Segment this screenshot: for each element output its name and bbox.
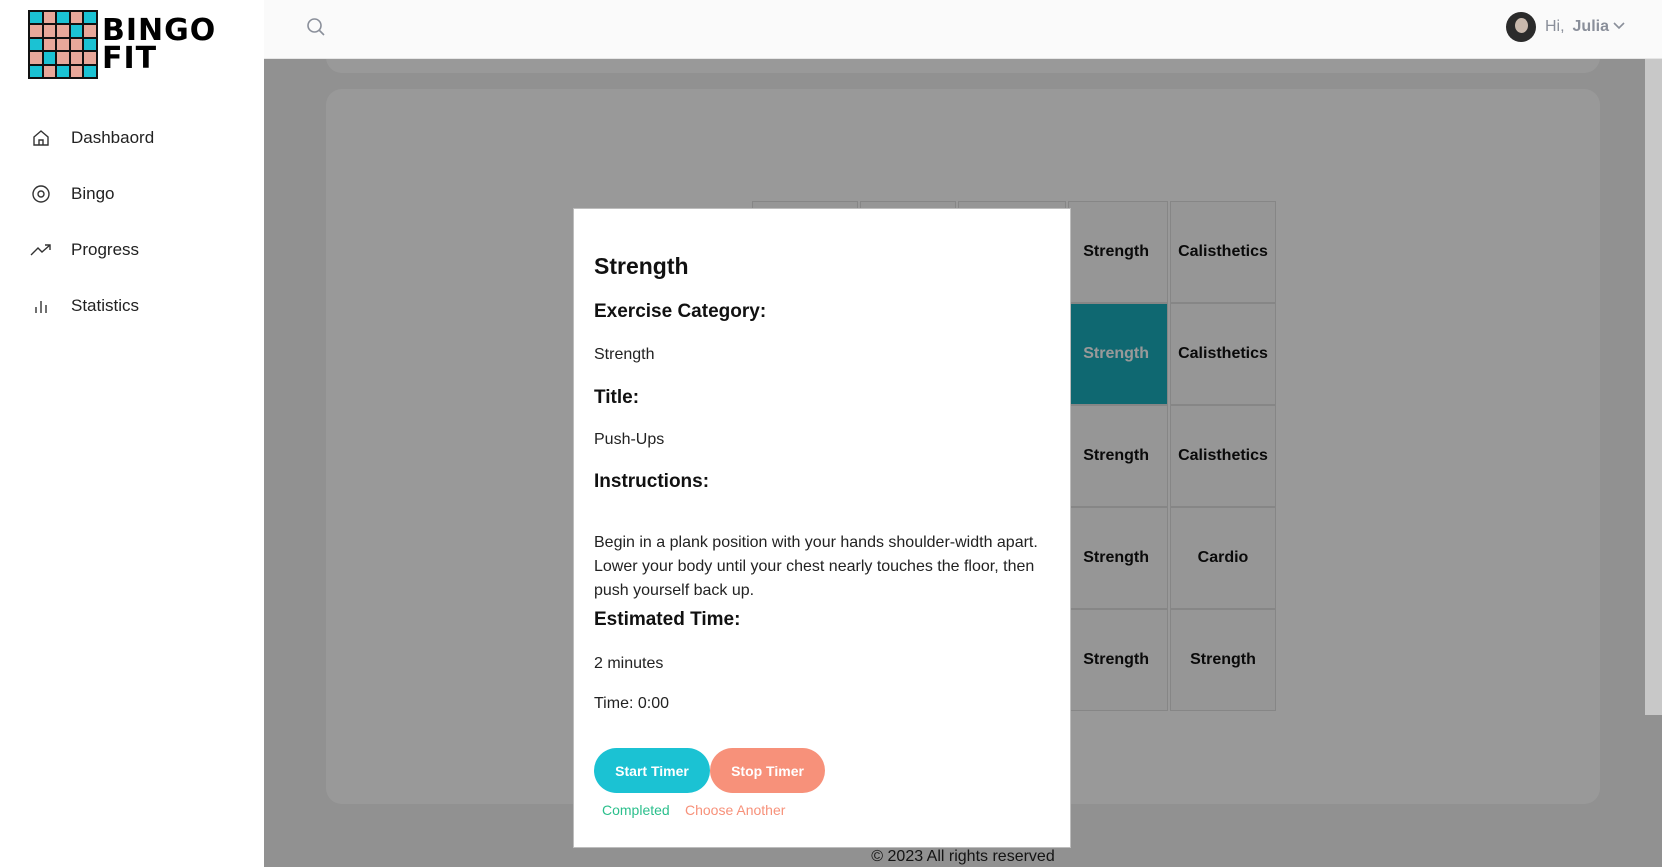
timer-display: Time: 0:00: [594, 695, 669, 712]
top-header: Hi, Julia: [264, 0, 1662, 59]
stop-timer-button[interactable]: Stop Timer: [710, 748, 825, 793]
sidebar-nav: Dashbaord Bingo Progress Statistics: [0, 110, 264, 334]
avatar[interactable]: [1505, 12, 1536, 42]
start-timer-button[interactable]: Start Timer: [594, 748, 710, 793]
choose-another-link[interactable]: Choose Another: [685, 802, 785, 818]
greeting: Hi,: [1544, 18, 1565, 35]
logo-text: BINGO FIT: [102, 15, 216, 76]
logo-line-2: FIT: [102, 40, 158, 76]
category-value: Strength: [594, 346, 655, 363]
category-heading: Exercise Category:: [594, 301, 767, 322]
title-heading: Title:: [594, 387, 640, 408]
instructions-text: Begin in a plank position with your hand…: [594, 534, 1038, 599]
user-menu[interactable]: Hi, Julia: [1505, 12, 1626, 42]
sidebar-item-label: Statistics: [71, 296, 140, 315]
sidebar-item-label: Dashbaord: [71, 128, 155, 147]
trending-up-icon: [30, 239, 52, 261]
search-icon[interactable]: [306, 17, 326, 42]
modal-title: Strength: [594, 253, 689, 279]
sidebar-item-statistics[interactable]: Statistics: [0, 278, 264, 334]
sidebar-item-label: Progress: [71, 240, 140, 259]
sidebar: BINGO FIT Dashbaord Bingo Progress Stati…: [0, 0, 264, 867]
instructions-heading: Instructions:: [594, 471, 710, 492]
exercise-modal: Strength Exercise Category: Strength Tit…: [573, 208, 1071, 848]
title-value: Push-Ups: [594, 431, 665, 448]
user-name: Julia: [1572, 18, 1609, 35]
logo-grid-icon: [28, 10, 98, 79]
scrollbar[interactable]: [1645, 59, 1662, 715]
estimated-time-heading: Estimated Time:: [594, 609, 741, 630]
sidebar-item-progress[interactable]: Progress: [0, 222, 264, 278]
completed-link[interactable]: Completed: [602, 802, 670, 818]
bar-chart-icon: [30, 295, 52, 317]
sidebar-item-dashboard[interactable]: Dashbaord: [0, 110, 264, 166]
sidebar-item-bingo[interactable]: Bingo: [0, 166, 264, 222]
home-icon: [30, 127, 52, 149]
estimated-time-value: 2 minutes: [594, 655, 664, 672]
logo[interactable]: BINGO FIT: [28, 10, 216, 79]
chevron-down-icon[interactable]: [1612, 18, 1626, 37]
sidebar-item-label: Bingo: [71, 184, 115, 203]
target-icon: [30, 183, 52, 205]
